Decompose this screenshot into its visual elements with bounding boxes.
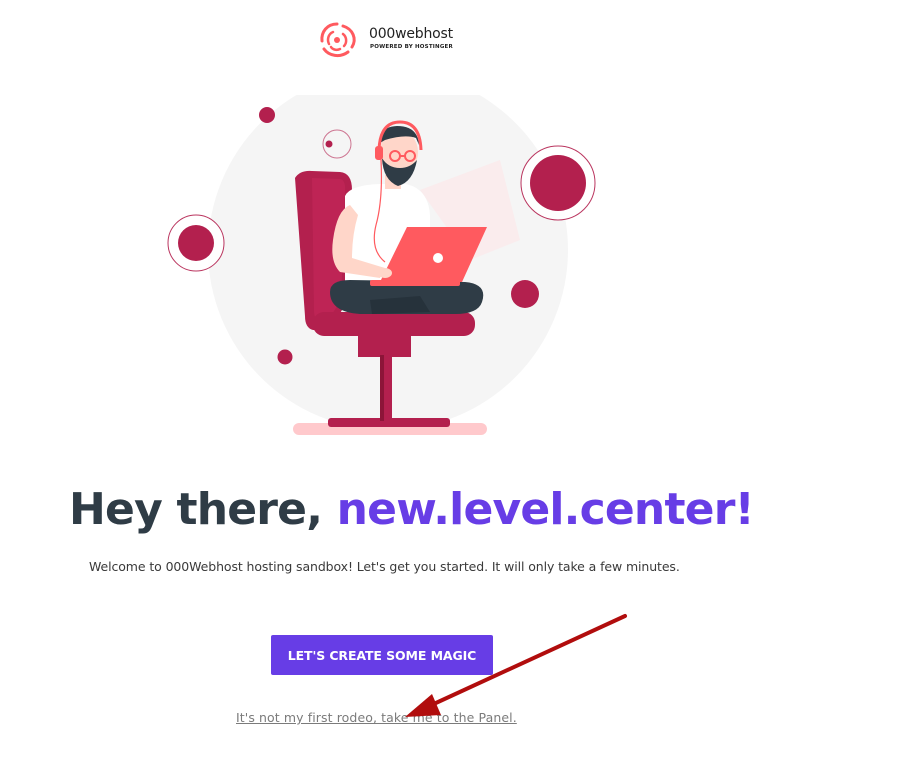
chair-stem-joint [358,335,411,357]
laptop-base [370,280,460,286]
000webhost-swirl-icon [320,22,356,58]
chair-stem-shadow [380,355,384,421]
hand [378,268,392,278]
decorative-dot [530,155,586,211]
headphones-ear [375,146,383,160]
page-title: Hey there, new.level.center! [69,484,755,535]
logo-tagline: POWERED BY HOSTINGER [370,44,453,50]
welcome-message: Welcome to 000Webhost hosting sandbox! L… [89,559,680,574]
go-to-panel-link[interactable]: It's not my first rodeo, take me to the … [236,710,517,725]
decorative-dot [178,225,214,261]
decorative-dot [277,349,293,365]
decorative-dot [511,280,539,308]
man-with-laptop-on-chair-illustration [167,95,596,435]
logo-name: 000webhost [369,26,453,42]
chair-seat [313,312,475,336]
decorative-dot [325,140,333,148]
create-magic-button[interactable]: LET'S CREATE SOME MAGIC [271,635,493,675]
logo: 000webhost POWERED BY HOSTINGER [313,16,463,60]
username-text: new.level.center! [336,484,755,535]
decorative-dot [259,107,275,123]
laptop-logo [433,253,443,263]
greeting-text: Hey there, [69,484,337,535]
